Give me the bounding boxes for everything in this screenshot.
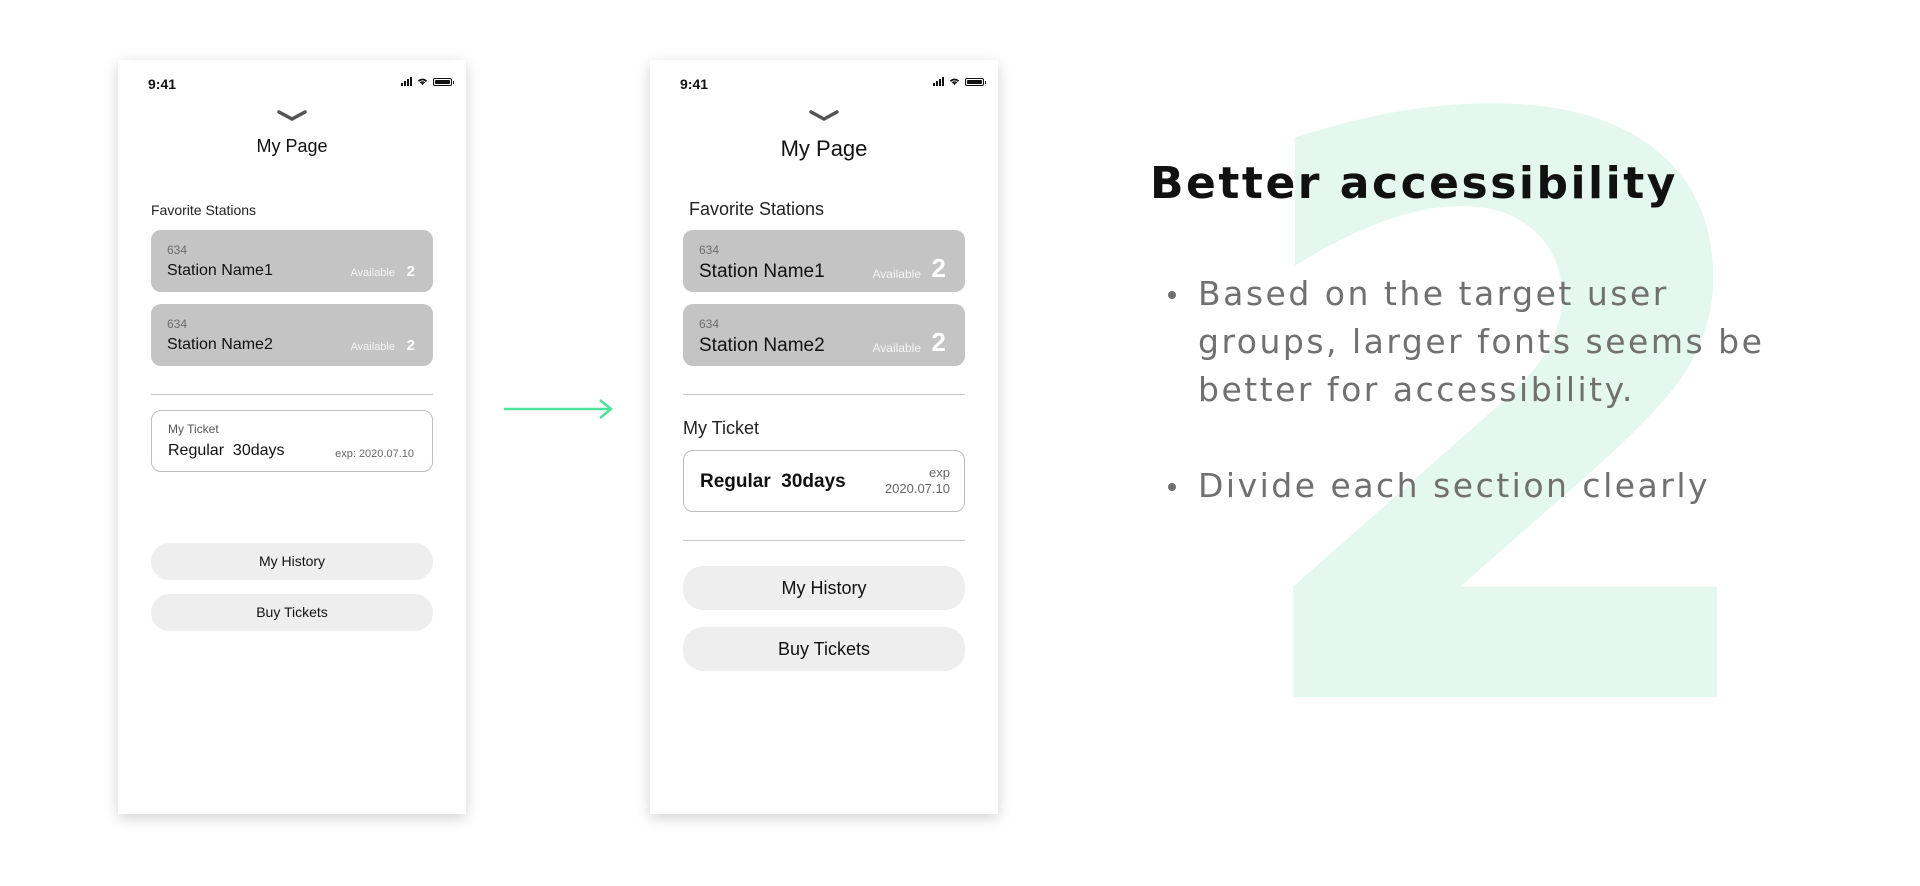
available-count: 2 [931,327,946,357]
station-card[interactable]: 634 Station Name1 Available 2 [683,230,965,292]
ticket-name: Regular 30days [168,442,285,459]
section-divider [683,394,965,395]
bullet-item: Based on the target user groups, larger … [1168,270,1818,414]
available-label: Available [350,341,395,353]
bullet-dot-icon [1168,291,1176,299]
wifi-icon [417,78,428,86]
available-label: Available [350,267,395,279]
ticket-card[interactable]: Regular 30days exp 2020.07.10 [683,450,965,512]
station-id: 634 [699,243,720,257]
my-history-button[interactable]: My History [683,566,965,610]
wifi-icon [949,78,960,86]
section-divider [683,540,965,541]
buy-tickets-button[interactable]: Buy Tickets [683,627,965,671]
ticket-expiry: exp: 2020.07.10 [335,448,414,460]
page-title: My Page [780,136,868,161]
ticket-expiry-label: exp [929,465,950,480]
station-card[interactable]: 634 Station Name2 Available 2 [683,304,965,366]
panel-heading: Better accessibility [1150,158,1678,209]
section-divider [151,394,433,395]
ticket-name: Regular 30days [700,471,846,492]
status-time: 9:41 [148,76,177,92]
status-icons [401,77,454,86]
status-icons [933,77,986,86]
arrow-right-icon [504,399,613,419]
available-label: Available [872,267,921,281]
station-name: Station Name2 [167,336,273,353]
ticket-card[interactable]: My Ticket Regular 30days exp: 2020.07.10 [151,410,433,472]
station-id: 634 [167,317,188,331]
available-count: 2 [931,253,946,283]
my-history-button[interactable]: My History [151,543,433,580]
available-count: 2 [406,337,415,354]
chevron-down-icon[interactable] [809,110,839,122]
station-name: Station Name1 [699,261,825,282]
favorite-stations-label: Favorite Stations [689,199,825,219]
page-title: My Page [256,136,328,156]
phone-mockup-before: 9:41 My Page Favorite Stations 634 Stati… [118,60,466,814]
bullet-item: Divide each section clearly [1168,462,1818,510]
ticket-label: My Ticket [168,422,219,436]
station-card[interactable]: 634 Station Name1 Available 2 [151,230,433,292]
available-count: 2 [406,263,415,280]
station-id: 634 [167,243,188,257]
bullet-text: Based on the target user groups, larger … [1198,274,1765,409]
signal-icon [401,77,412,86]
my-ticket-label: My Ticket [683,418,760,438]
phone-mockup-after: 9:41 My Page Favorite Stations 634 Stati… [650,60,998,814]
station-name: Station Name1 [167,262,273,279]
station-name: Station Name2 [699,335,825,356]
station-id: 634 [699,317,720,331]
battery-icon [433,78,454,86]
battery-icon [965,78,986,86]
bullet-list: Based on the target user groups, larger … [1168,270,1818,558]
buy-tickets-button[interactable]: Buy Tickets [151,594,433,631]
available-label: Available [872,341,921,355]
chevron-down-icon[interactable] [277,110,307,122]
favorite-stations-label: Favorite Stations [151,202,257,218]
station-card[interactable]: 634 Station Name2 Available 2 [151,304,433,366]
ticket-expiry-date: 2020.07.10 [884,481,950,496]
signal-icon [933,77,944,86]
status-time: 9:41 [680,76,709,92]
bullet-text: Divide each section clearly [1198,466,1711,505]
bullet-dot-icon [1168,483,1176,491]
